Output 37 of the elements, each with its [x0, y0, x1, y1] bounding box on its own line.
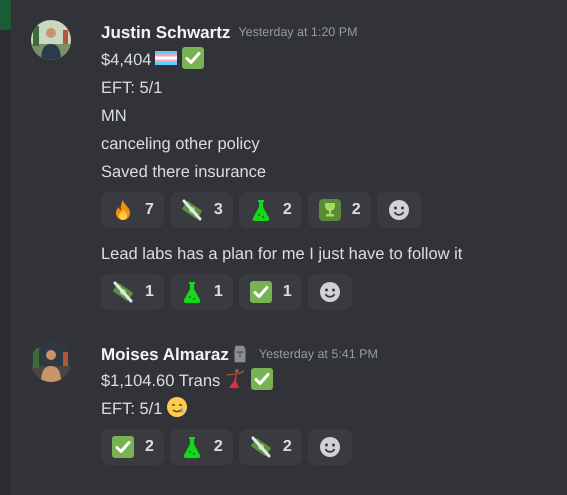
message-text: Saved there insurance: [101, 162, 266, 180]
reaction-button[interactable]: 2: [308, 192, 371, 228]
reaction-button[interactable]: 1: [170, 274, 233, 310]
reaction-button[interactable]: 3: [170, 192, 233, 228]
check-mark-icon: [181, 46, 206, 70]
message-text: canceling other policy: [101, 134, 260, 152]
reaction-button[interactable]: 2: [238, 429, 302, 465]
message-text: $1,104.60 Trans: [101, 372, 220, 390]
check-mark-icon: [111, 435, 135, 459]
add-reaction-button[interactable]: [376, 192, 421, 228]
reaction-button[interactable]: 2: [101, 429, 164, 465]
message-text: EFT: 5/1: [101, 78, 162, 96]
money-icon: [180, 198, 204, 222]
reaction-button[interactable]: 7: [101, 192, 164, 228]
author-name[interactable]: Justin Schwartz: [101, 20, 230, 46]
reaction-button[interactable]: 1: [101, 274, 164, 310]
reaction-button[interactable]: 2: [238, 192, 302, 228]
reaction-button[interactable]: 2: [170, 429, 233, 465]
reaction-button[interactable]: 1: [238, 274, 302, 310]
timestamp: Yesterday at 5:41 PM: [258, 346, 378, 363]
money-icon: [248, 435, 273, 459]
message-text: MN: [101, 106, 127, 124]
message-text: Lead labs has a plan for me I just have to follow it: [101, 244, 462, 262]
add-reaction-button[interactable]: [308, 274, 352, 310]
smiling-face-with-tear-icon: [165, 395, 190, 419]
check-mark-icon: [248, 280, 273, 304]
money-icon: [111, 280, 135, 304]
timestamp: Yesterday at 1:20 PM: [238, 24, 358, 42]
smiley-icon: [318, 280, 342, 304]
message-text: EFT: 5/1: [101, 400, 162, 418]
check-mark-icon: [250, 367, 274, 391]
smiley-icon: [386, 198, 411, 222]
add-reaction-button[interactable]: [308, 429, 352, 465]
smiley-icon: [318, 435, 342, 459]
author-name[interactable]: Moises Almaraz: [101, 342, 229, 367]
trophy-icon: [318, 198, 342, 222]
message-text: $4,404: [101, 50, 152, 68]
